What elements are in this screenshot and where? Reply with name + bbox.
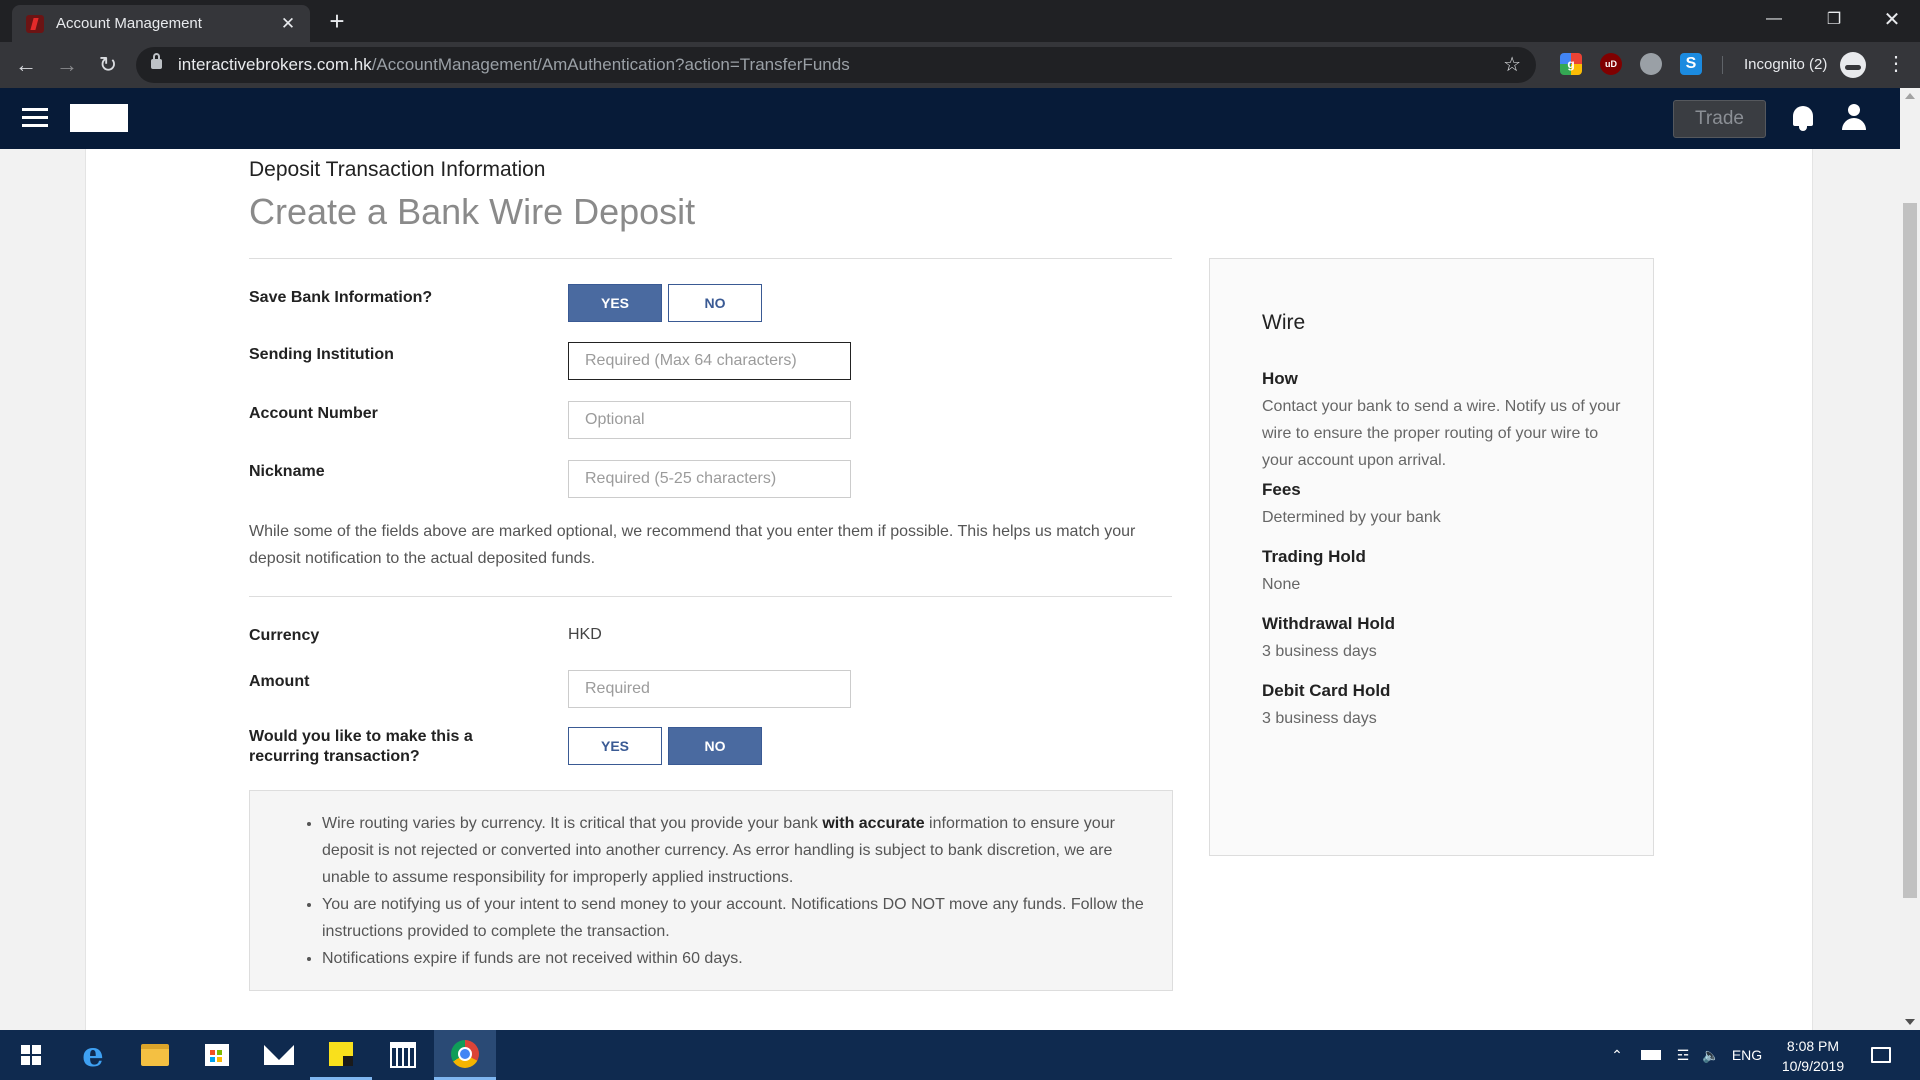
page-content: Deposit Transaction Information Create a… — [0, 149, 1900, 1030]
account-number-label: Account Number — [249, 405, 378, 422]
withdrawal-hold-heading: Withdrawal Hold — [1262, 614, 1396, 633]
divider — [249, 258, 1172, 259]
language-indicator[interactable]: ENG — [1728, 1030, 1766, 1080]
amount-label: Amount — [249, 673, 310, 690]
content-card: Deposit Transaction Information Create a… — [85, 149, 1813, 1030]
mail-icon[interactable] — [248, 1030, 310, 1080]
restore-icon[interactable]: ❐ — [1804, 0, 1864, 38]
windows-taskbar: e ⌃ ☲ 🔈 ENG 8:08 PM 10/9/2019 — [0, 1030, 1920, 1080]
ib-favicon-icon — [26, 14, 44, 33]
withdrawal-hold-text: 3 business days — [1262, 643, 1377, 660]
address-bar[interactable]: interactivebrokers.com.hk/AccountManagem… — [136, 47, 1536, 83]
show-hidden-icons-chevron-icon[interactable]: ⌃ — [1606, 1030, 1628, 1080]
recurring-yes-button[interactable]: YES — [568, 727, 662, 765]
incognito-icon[interactable] — [1840, 52, 1866, 78]
incognito-label[interactable]: Incognito (2) — [1744, 56, 1827, 73]
scroll-up-arrow-icon[interactable] — [1905, 93, 1915, 99]
how-heading: How — [1262, 369, 1298, 388]
battery-icon[interactable] — [1638, 1030, 1664, 1080]
wire-notice-box: Wire routing varies by currency. It is c… — [249, 790, 1173, 991]
store-icon[interactable] — [186, 1030, 248, 1080]
wifi-icon[interactable]: ☲ — [1670, 1030, 1696, 1080]
page-scrollbar[interactable] — [1900, 88, 1920, 1030]
recurring-no-button[interactable]: NO — [668, 727, 762, 765]
notice-item: You are notifying us of your intent to s… — [322, 891, 1152, 945]
recurring-label: Would you like to make this a recurring … — [249, 728, 473, 765]
nickname-input[interactable] — [568, 460, 851, 498]
taskbar-clock[interactable]: 8:08 PM 10/9/2019 — [1768, 1036, 1858, 1076]
save-bank-toggle: YES NO — [568, 284, 762, 322]
hamburger-menu-icon[interactable] — [22, 108, 48, 128]
page-title: Create a Bank Wire Deposit — [249, 191, 696, 232]
account-number-input[interactable] — [568, 401, 851, 439]
section-title: Deposit Transaction Information — [249, 158, 546, 181]
browser-toolbar: ← → ↻ interactivebrokers.com.hk/AccountM… — [0, 42, 1920, 88]
save-bank-no-button[interactable]: NO — [668, 284, 762, 322]
back-arrow-icon[interactable]: ← — [10, 49, 42, 81]
notification-bell-icon[interactable] — [1790, 104, 1816, 132]
notice-item: Notifications expire if funds are not re… — [322, 945, 1152, 972]
currency-value: HKD — [568, 626, 602, 643]
currency-label: Currency — [249, 627, 320, 644]
wire-info-panel: Wire How Contact your bank to send a wir… — [1209, 258, 1654, 856]
save-bank-label: Save Bank Information? — [249, 289, 433, 306]
optional-fields-note: While some of the fields above are marke… — [249, 523, 1136, 567]
user-account-icon[interactable] — [1841, 104, 1867, 132]
nickname-label: Nickname — [249, 463, 325, 480]
s-extension-icon[interactable]: S — [1680, 53, 1702, 75]
ublock-extension-icon[interactable]: uD — [1600, 53, 1622, 75]
sticky-notes-icon[interactable] — [310, 1030, 372, 1080]
notice-list: Wire routing varies by currency. It is c… — [322, 810, 1152, 972]
trade-button[interactable]: Trade — [1673, 100, 1766, 138]
sending-institution-input[interactable] — [568, 342, 851, 380]
lock-icon — [151, 53, 162, 69]
extension-circle-icon[interactable] — [1640, 53, 1662, 75]
notice-item: Wire routing varies by currency. It is c… — [322, 810, 1152, 891]
file-explorer-icon[interactable] — [124, 1030, 186, 1080]
clock-time: 8:08 PM — [1786, 1038, 1840, 1054]
browser-tab-strip: Account Management ✕ + — ❐ ✕ — [0, 0, 1920, 42]
minimize-icon[interactable]: — — [1744, 0, 1804, 38]
edge-icon[interactable]: e — [62, 1030, 124, 1080]
scroll-thumb[interactable] — [1903, 203, 1917, 898]
tab-close-icon[interactable]: ✕ — [278, 14, 298, 34]
trading-hold-heading: Trading Hold — [1262, 547, 1366, 566]
site-header: Trade — [0, 88, 1900, 149]
window-close-icon[interactable]: ✕ — [1862, 0, 1920, 38]
menu-kebab-icon[interactable]: ⋮ — [1886, 52, 1906, 76]
sending-institution-label: Sending Institution — [249, 346, 394, 363]
site-logo[interactable] — [70, 104, 128, 132]
volume-icon[interactable]: 🔈 — [1698, 1030, 1724, 1080]
bookmark-star-icon[interactable]: ☆ — [1503, 52, 1521, 77]
action-center-icon[interactable] — [1866, 1030, 1896, 1080]
fees-heading: Fees — [1262, 480, 1301, 499]
calendar-icon[interactable] — [372, 1030, 434, 1080]
reload-icon[interactable]: ↻ — [92, 49, 124, 81]
toolbar-divider — [1722, 56, 1723, 74]
save-bank-yes-button[interactable]: YES — [568, 284, 662, 322]
clock-date: 10/9/2019 — [1781, 1058, 1845, 1074]
panel-title: Wire — [1262, 311, 1306, 334]
amount-input[interactable] — [568, 670, 851, 708]
new-tab-icon[interactable]: + — [322, 6, 352, 36]
debit-card-hold-heading: Debit Card Hold — [1262, 681, 1391, 700]
tab-title: Account Management — [56, 15, 202, 32]
scroll-down-arrow-icon[interactable] — [1905, 1019, 1915, 1025]
trading-hold-text: None — [1262, 576, 1301, 593]
debit-card-hold-text: 3 business days — [1262, 710, 1377, 727]
chrome-taskbar-icon[interactable] — [434, 1030, 496, 1080]
url-text[interactable]: interactivebrokers.com.hk/AccountManagem… — [178, 55, 850, 75]
how-text: Contact your bank to send a wire. Notify… — [1262, 398, 1621, 469]
forward-arrow-icon[interactable]: → — [51, 49, 83, 81]
browser-tab[interactable]: Account Management ✕ — [12, 5, 310, 42]
divider — [249, 596, 1172, 597]
recurring-toggle: YES NO — [568, 727, 762, 765]
google-translate-extension-icon[interactable]: g — [1560, 53, 1582, 75]
fees-text: Determined by your bank — [1262, 509, 1441, 526]
windows-start-icon[interactable] — [0, 1030, 62, 1080]
